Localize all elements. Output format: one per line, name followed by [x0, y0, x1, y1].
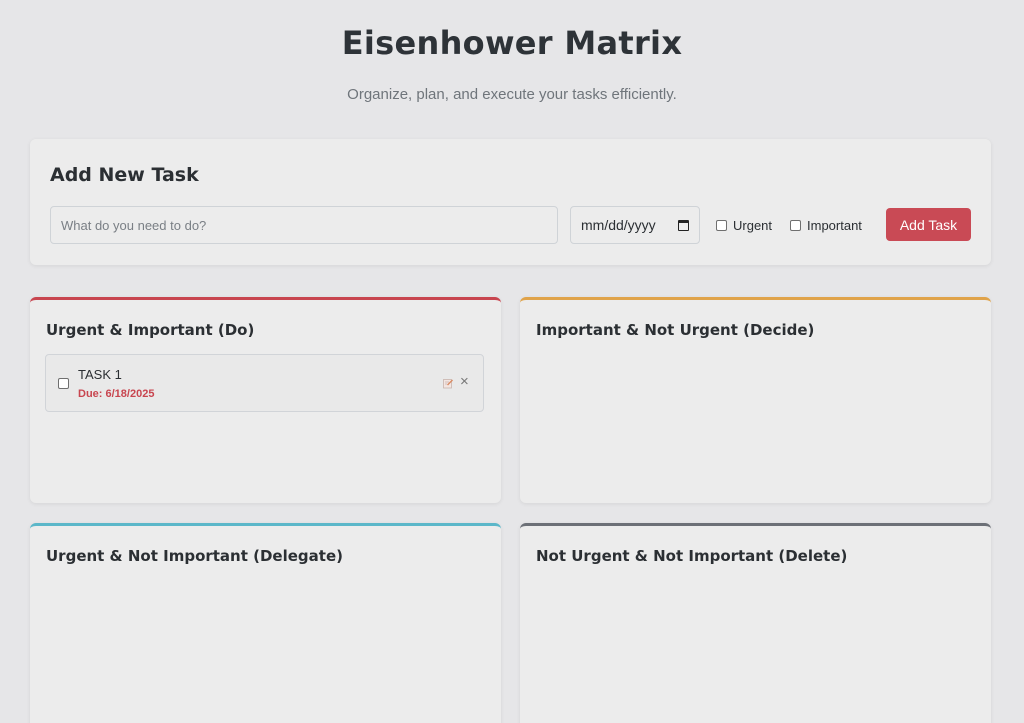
- page-subtitle: Organize, plan, and execute your tasks e…: [347, 86, 677, 103]
- task-due-date: Due: 6/18/2025: [78, 388, 155, 400]
- urgent-label: Urgent: [733, 218, 773, 233]
- task-complete-checkbox[interactable]: [58, 378, 69, 389]
- important-checkbox[interactable]: [790, 220, 801, 231]
- quadrant-decide: Important & Not Urgent (Decide): [520, 297, 991, 503]
- urgent-checkbox-group[interactable]: Urgent: [716, 218, 772, 233]
- quadrant-title: Not Urgent & Not Important (Delete): [536, 547, 848, 565]
- task-input[interactable]: [50, 206, 558, 244]
- quadrant-title: Important & Not Urgent (Decide): [536, 321, 815, 339]
- add-task-card: Add New Task mm/dd/yyyy Urgent Important…: [30, 139, 991, 265]
- calendar-icon[interactable]: [678, 219, 689, 231]
- edit-icon[interactable]: [442, 377, 454, 389]
- important-checkbox-group[interactable]: Important: [790, 218, 862, 233]
- quadrant-do: Urgent & Important (Do) TASK 1 Due: 6/18…: [30, 297, 501, 503]
- important-label: Important: [807, 218, 862, 233]
- page-title: Eisenhower Matrix: [341, 24, 683, 62]
- due-date-input[interactable]: mm/dd/yyyy: [570, 206, 700, 244]
- task-name: TASK 1: [78, 367, 122, 382]
- urgent-checkbox[interactable]: [716, 220, 727, 231]
- quadrant-title: Urgent & Important (Do): [46, 321, 255, 339]
- date-placeholder: mm/dd/yyyy: [581, 217, 656, 233]
- add-task-button[interactable]: Add Task: [886, 208, 971, 241]
- quadrant-title: Urgent & Not Important (Delegate): [46, 547, 343, 565]
- quadrant-delete: Not Urgent & Not Important (Delete): [520, 523, 991, 723]
- task-item: TASK 1 Due: 6/18/2025 ×: [45, 354, 484, 412]
- close-icon[interactable]: ×: [460, 374, 469, 390]
- quadrant-delegate: Urgent & Not Important (Delegate): [30, 523, 501, 723]
- add-task-heading: Add New Task: [50, 164, 199, 186]
